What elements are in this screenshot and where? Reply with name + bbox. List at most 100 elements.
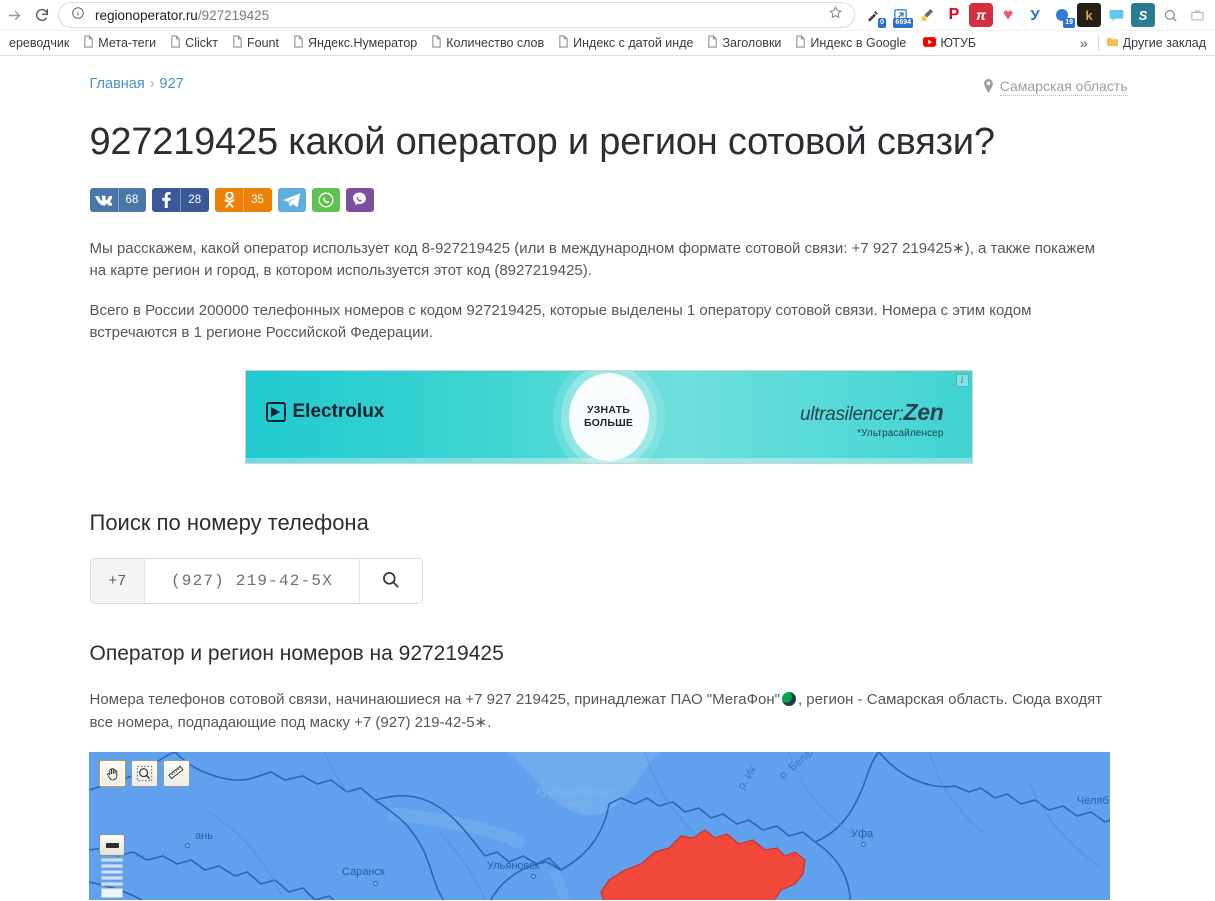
- bookmark-label: Яндекс.Нумератор: [307, 36, 418, 50]
- zoom-box-tool[interactable]: [131, 760, 158, 787]
- ad-cta-button[interactable]: УЗНАТЬ БОЛЬШЕ: [568, 373, 649, 461]
- open-in-extension-icon[interactable]: 6694: [888, 3, 913, 28]
- bookmark-label: ереводчик: [9, 36, 70, 50]
- extension-icons: 0 6694 P π ♥ У 19 k S: [861, 3, 1211, 28]
- yandex-wallet-extension-icon[interactable]: У: [1023, 3, 1047, 27]
- bookmark-item[interactable]: Clickт: [163, 32, 225, 54]
- region-selector[interactable]: Самарская область: [983, 78, 1128, 96]
- other-bookmarks-folder[interactable]: Другие заклад: [1099, 32, 1213, 54]
- share-button-whatsapp[interactable]: [311, 188, 340, 212]
- bookmark-item[interactable]: ереводчик: [2, 32, 76, 54]
- camera-extension-icon[interactable]: [1158, 3, 1182, 27]
- share-button-odnoklassniki[interactable]: 35: [215, 188, 272, 212]
- kaspersky-extension-icon[interactable]: k: [1077, 3, 1101, 27]
- page-doc-icon: [558, 35, 569, 51]
- s-extension-icon[interactable]: S: [1131, 3, 1155, 27]
- ruler-measure-tool[interactable]: [163, 760, 190, 787]
- page-doc-icon: [293, 35, 304, 51]
- breadcrumb-separator: ›: [149, 76, 155, 92]
- share-count: 28: [180, 188, 209, 212]
- bookmarks-overflow: » Другие заклад: [1070, 32, 1213, 54]
- operator-section-text: Номера телефонов сотовой связи, начинаюш…: [90, 688, 1128, 734]
- url-text: regionoperator.ru/927219425: [95, 8, 822, 23]
- page-info-icon[interactable]: [71, 6, 87, 25]
- zoom-tick-current: [101, 888, 123, 898]
- whatsapp-icon: [312, 188, 340, 212]
- odnoklassniki-icon: [215, 188, 243, 212]
- pan-hand-tool[interactable]: [99, 760, 126, 787]
- share-button-viber[interactable]: [345, 188, 374, 212]
- bookmark-label: Индекс в Google за: [810, 36, 909, 50]
- region-map[interactable]: ань Саранск Ульяновск Куйбышевское вдхр.…: [89, 752, 1118, 900]
- share-button-facebook[interactable]: 28: [152, 188, 210, 212]
- bookmark-label: Другие заклад: [1122, 36, 1206, 50]
- ad-product-name: ultrasilencer:Zen: [800, 399, 944, 426]
- ad-cta-label: УЗНАТЬ БОЛЬШЕ: [584, 404, 633, 430]
- city-dot: [373, 881, 378, 886]
- favorites-heart-extension-icon[interactable]: ♥: [996, 3, 1020, 27]
- bookmark-star-icon[interactable]: [828, 5, 844, 25]
- page-title: 927219425 какой оператор и регион сотово…: [89, 121, 995, 163]
- extension-badge: 19: [1063, 18, 1075, 28]
- bookmark-item[interactable]: Индекс в Google за: [788, 32, 916, 54]
- address-bar[interactable]: regionoperator.ru/927219425: [58, 2, 855, 28]
- ad-info-icon[interactable]: i: [955, 374, 969, 387]
- share-button-vk[interactable]: 68: [89, 188, 147, 212]
- ad-cta-line1: УЗНАТЬ: [587, 404, 630, 416]
- pi-extension-icon[interactable]: π: [969, 3, 993, 27]
- bookmarks-overflow-chevron[interactable]: »: [1070, 35, 1098, 51]
- map-zoom-out-button[interactable]: [99, 834, 125, 856]
- operator-section-heading: Оператор и регион номеров на 927219425: [89, 642, 504, 665]
- map-label-kuybyshev-reservoir: Куйбышевское: [536, 786, 612, 798]
- region-name[interactable]: Самарская область: [999, 78, 1128, 96]
- zoom-tick: [101, 882, 123, 886]
- telegram-icon: [278, 188, 306, 212]
- forward-arrow-icon[interactable]: [0, 1, 28, 29]
- map-label-chelyabinsk: Челяб: [1077, 795, 1109, 807]
- extension-badge: 6694: [893, 18, 913, 28]
- country-code-label: +7: [90, 559, 145, 603]
- folder-icon: [1106, 36, 1119, 50]
- extension-badge: 0: [878, 18, 886, 28]
- comment-extension-icon[interactable]: [1104, 3, 1128, 27]
- breadcrumb: Главная › 927: [90, 76, 184, 92]
- advertisement-banner[interactable]: Electrolux УЗНАТЬ БОЛЬШЕ ultrasilencer:Ze…: [244, 370, 973, 464]
- bookmark-item[interactable]: Количество слов: [424, 32, 551, 54]
- phone-search-input[interactable]: [144, 559, 359, 603]
- reload-icon[interactable]: [28, 1, 56, 29]
- map-label-kazan: ань: [195, 830, 213, 842]
- browser-toolbar: regionoperator.ru/927219425 0 6694 P π ♥…: [0, 0, 1215, 30]
- bookmark-item-youtube[interactable]: ЮТУБ: [916, 32, 983, 54]
- bookmark-label: ЮТУБ: [940, 36, 977, 50]
- bookmark-item[interactable]: Яндекс.Нумератор: [286, 32, 424, 54]
- briefcase-extension-icon[interactable]: [1185, 3, 1209, 27]
- bookmark-item[interactable]: Мета-теги: [76, 32, 163, 54]
- bookmark-item[interactable]: Индекс с датой инде: [551, 32, 700, 54]
- share-button-telegram[interactable]: [277, 188, 306, 212]
- browser-chrome: regionoperator.ru/927219425 0 6694 P π ♥…: [0, 0, 1215, 56]
- bookmark-label: Clickт: [185, 36, 218, 50]
- breadcrumb-current[interactable]: 927: [160, 76, 184, 92]
- ad-cta-line2: БОЛЬШЕ: [583, 417, 634, 429]
- vk-icon: [90, 188, 118, 212]
- clipper-extension-icon[interactable]: 0: [861, 3, 886, 28]
- map-zoom-slider[interactable]: [99, 834, 125, 900]
- map-tool-group: [99, 760, 190, 787]
- bookmark-label: Мета-теги: [98, 36, 157, 50]
- map-zoom-track[interactable]: [99, 858, 125, 900]
- facebook-icon: [152, 188, 180, 212]
- map-pin-icon: [983, 78, 994, 96]
- bookmark-label: Заголовки: [722, 36, 782, 50]
- bookmark-item[interactable]: Fount: [225, 32, 286, 54]
- pinterest-extension-icon[interactable]: P: [942, 3, 966, 27]
- search-submit-button[interactable]: [358, 559, 422, 603]
- bookmark-label: Индекс с датой инде: [573, 36, 694, 50]
- page-doc-icon: [232, 35, 243, 51]
- blue-circle-extension-icon[interactable]: 19: [1050, 3, 1075, 28]
- bookmark-item[interactable]: Заголовки: [700, 32, 788, 54]
- zoom-tick: [101, 864, 123, 868]
- ad-product-subtitle: *Ультрасайленсер: [857, 428, 944, 439]
- bookmarks-bar: ереводчик Мета-теги Clickт Fount Яндекс.…: [0, 30, 1215, 56]
- color-picker-extension-icon[interactable]: [915, 3, 939, 27]
- breadcrumb-home[interactable]: Главная: [90, 76, 145, 92]
